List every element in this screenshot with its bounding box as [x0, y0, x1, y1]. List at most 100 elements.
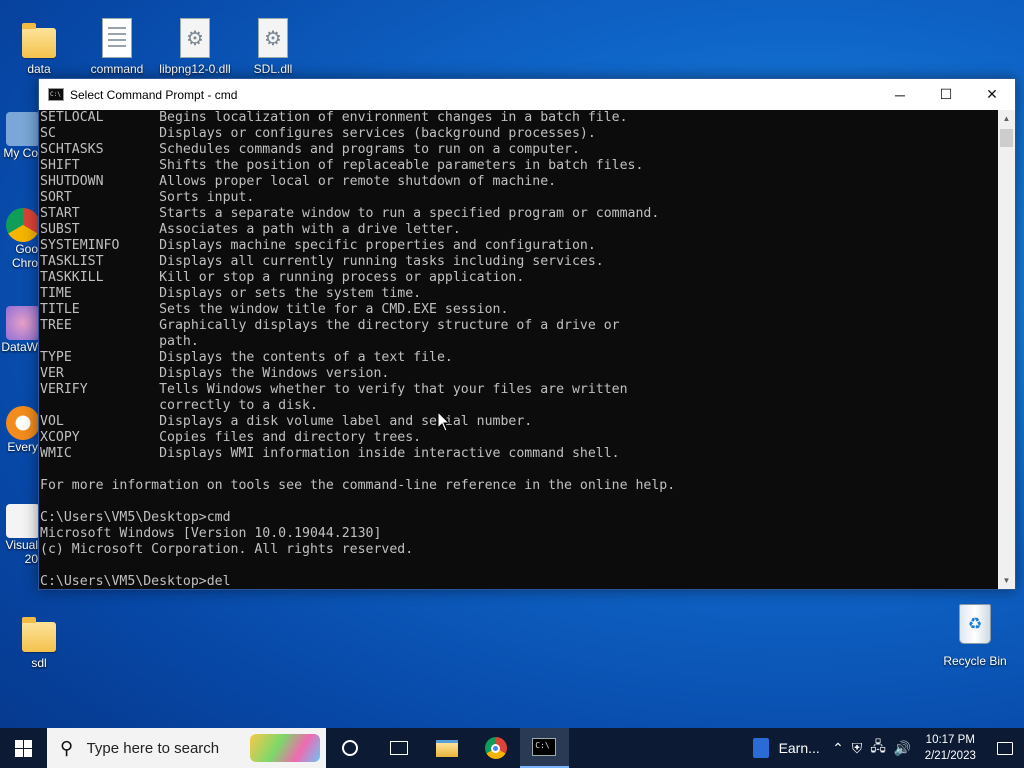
file-explorer-icon — [436, 739, 459, 757]
file-explorer-button[interactable] — [423, 728, 472, 768]
console-line: For more information on tools see the co… — [40, 478, 676, 493]
desktop-icon-label-line2: Chro — [11, 256, 38, 270]
desktop-icon-everything[interactable]: Every — [0, 406, 40, 454]
desktop-icon-label: Recycle Bin — [943, 654, 1007, 668]
taskbar-search-box[interactable]: ⚲ Type here to search — [46, 728, 326, 768]
console-line: C:\Users\VM5\Desktop>cmd — [40, 510, 231, 525]
clock[interactable]: 10:17 PM 2/21/2023 — [915, 732, 985, 764]
console-line: Microsoft Windows [Version 10.0.19044.21… — [40, 526, 382, 541]
console-line: correctly to a disk. — [159, 398, 318, 413]
console-line: path. — [159, 334, 199, 349]
console-line: VOL Displays a disk volume label and ser… — [40, 414, 533, 429]
console-text: SETLOCAL Begins localization of environm… — [40, 110, 998, 589]
desktop-icon-visual-studio[interactable]: Visual 20 — [0, 504, 40, 566]
earn-label: Earn... — [778, 740, 820, 756]
console-line: VER Displays the Windows version. — [40, 366, 390, 381]
window-titlebar[interactable]: C:\ Select Command Prompt - cmd ─ ☐ ✕ — [39, 79, 1015, 110]
console-line: TASKLIST Displays all currently running … — [40, 254, 604, 269]
clock-time: 10:17 PM — [925, 734, 975, 746]
console-line: TITLE Sets the window title for a CMD.EX… — [40, 302, 509, 317]
recycle-bin-icon: ♻ — [959, 604, 991, 644]
desktop-icon-datawrapper[interactable]: DataW — [0, 306, 40, 354]
command-prompt-icon: C:\ — [48, 88, 64, 101]
command-prompt-icon: C:\ — [532, 738, 557, 756]
everything-icon — [6, 406, 40, 440]
clock-date: 2/21/2023 — [924, 750, 976, 762]
console-line: SYSTEMINFO Displays machine specific pro… — [40, 238, 596, 253]
desktop-icon-label-line2: 20 — [24, 552, 38, 566]
computer-icon — [6, 112, 40, 146]
desktop-icon-label: libpng12-0.dll — [159, 62, 231, 76]
window-title: Select Command Prompt - cmd — [70, 87, 238, 102]
datawrapper-icon — [6, 306, 40, 340]
start-button[interactable] — [0, 728, 47, 768]
cortana-button[interactable] — [326, 728, 375, 768]
notification-center-button[interactable] — [985, 741, 1024, 755]
visual-studio-icon — [6, 504, 40, 538]
desktop-icon-label: data — [27, 62, 51, 76]
desktop-icon-label: sdl — [31, 656, 47, 670]
command-prompt-taskbar-button[interactable]: C:\ — [520, 728, 569, 768]
network-icon[interactable]: 🖧 — [866, 736, 890, 760]
desktop-icon-label: SDL.dll — [253, 62, 293, 76]
desktop-icon-label: command — [90, 62, 144, 76]
desktop-icon-label: Goo — [15, 242, 38, 256]
desktop-icon-recycle-bin[interactable]: ♻ Recycle Bin — [942, 604, 1008, 668]
command-prompt-window[interactable]: C:\ Select Command Prompt - cmd ─ ☐ ✕ SE… — [38, 78, 1016, 590]
system-tray: ⌃ ⛨ 🖧 🔊 — [828, 728, 915, 768]
windows-logo-icon — [14, 739, 32, 757]
console-line: SC Displays or configures services (back… — [40, 126, 596, 141]
console-line: SUBST Associates a path with a drive let… — [40, 222, 461, 237]
search-icon: ⚲ — [59, 737, 74, 758]
search-highlight-icon — [249, 734, 320, 762]
security-icon[interactable]: ⛨ — [848, 740, 867, 757]
console-line: (c) Microsoft Corporation. All rights re… — [40, 542, 414, 557]
volume-icon[interactable]: 🔊 — [890, 740, 915, 757]
console-line: VERIFY Tells Windows whether to verify t… — [40, 382, 628, 397]
console-line: SCHTASKS Schedules commands and programs… — [40, 142, 580, 157]
console-line: SHIFT Shifts the position of replaceable… — [40, 158, 644, 173]
console-line: TASKKILL Kill or stop a running process … — [40, 270, 525, 285]
notification-icon — [996, 741, 1013, 755]
console-line: SETLOCAL Begins localization of environm… — [40, 110, 628, 125]
desktop-icon-google-chrome[interactable]: Goo Chro — [0, 208, 40, 270]
close-button[interactable]: ✕ — [969, 79, 1015, 110]
desktop-icon-my-computer[interactable]: My Co — [0, 112, 40, 160]
console-line: SHUTDOWN Allows proper local or remote s… — [40, 174, 557, 189]
chrome-icon — [6, 208, 40, 242]
chrome-icon — [484, 737, 507, 759]
task-view-button[interactable] — [375, 728, 424, 768]
console-line: TIME Displays or sets the system time. — [40, 286, 422, 301]
desktop-icon-sdl-dll[interactable]: ⚙ SDL.dll — [235, 8, 311, 76]
console-output[interactable]: SETLOCAL Begins localization of environm… — [39, 110, 998, 589]
dll-file-icon: ⚙ — [180, 18, 210, 58]
desktop-icon-label: My Co — [3, 146, 38, 160]
console-line: C:\Users\VM5\Desktop>del — [40, 574, 231, 589]
earn-news-widget[interactable]: Earn... — [747, 728, 829, 768]
taskbar: ⚲ Type here to search C:\ Earn... ⌃ ⛨ 🖧 … — [0, 728, 1024, 768]
desktop-icon-label: Every — [7, 440, 38, 454]
desktop-icon-libpng[interactable]: ⚙ libpng12-0.dll — [157, 8, 233, 76]
maximize-button[interactable]: ☐ — [923, 79, 969, 110]
chevron-up-icon[interactable]: ⌃ — [828, 740, 848, 757]
folder-icon — [22, 617, 56, 652]
text-document-icon — [102, 18, 132, 58]
console-line: TYPE Displays the contents of a text fil… — [40, 350, 453, 365]
console-line: XCOPY Copies files and directory trees. — [40, 430, 422, 445]
chrome-taskbar-button[interactable] — [472, 728, 521, 768]
desktop-icon-command[interactable]: command — [79, 8, 155, 76]
desktop-icon-sdl[interactable]: sdl — [1, 602, 77, 670]
desktop-icon-data[interactable]: data — [1, 8, 77, 76]
mouse-pointer-icon — [437, 411, 451, 432]
cortana-icon — [342, 740, 359, 756]
minimize-button[interactable]: ─ — [877, 79, 923, 110]
scrollbar-thumb[interactable] — [1000, 129, 1013, 147]
vertical-scrollbar[interactable]: ▲ ▼ — [998, 110, 1015, 589]
console-line: START Starts a separate window to run a … — [40, 206, 660, 221]
desktop-icon-label: Visual — [5, 538, 38, 552]
console-line: WMIC Displays WMI information inside int… — [40, 446, 620, 461]
scroll-down-arrow-icon[interactable]: ▼ — [998, 572, 1015, 589]
console-line: SORT Sorts input. — [40, 190, 255, 205]
scroll-up-arrow-icon[interactable]: ▲ — [998, 110, 1015, 127]
console-line: TREE Graphically displays the directory … — [40, 318, 620, 333]
